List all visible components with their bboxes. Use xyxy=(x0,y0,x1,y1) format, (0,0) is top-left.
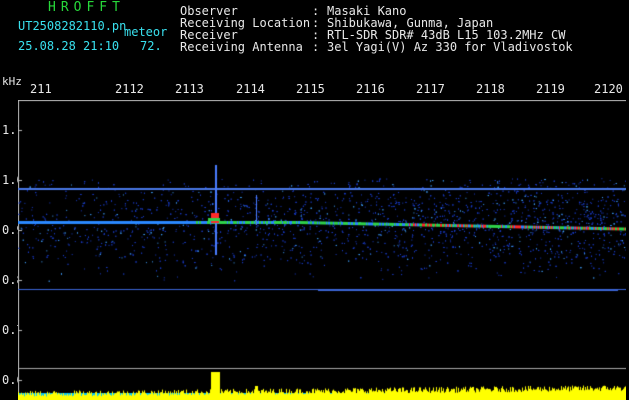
meteor-count: 72. xyxy=(140,39,162,53)
antenna-label: Receiving Antenna xyxy=(180,40,303,54)
x-tick: 211 xyxy=(30,82,52,96)
x-tick: 2119 xyxy=(536,82,565,96)
x-tick: 2113 xyxy=(175,82,204,96)
antenna-colon: : xyxy=(312,40,320,54)
x-tick: 2112 xyxy=(115,82,144,96)
file-name: UT2508282110.pn xyxy=(18,19,127,33)
spectrogram-plot xyxy=(18,100,626,400)
file-type: meteor xyxy=(124,25,168,39)
brand-title: HROFFT xyxy=(48,0,125,15)
x-tick: 2116 xyxy=(356,82,385,96)
spectrogram-canvas xyxy=(18,100,626,400)
x-tick: 2120 xyxy=(594,82,623,96)
x-tick: 2114 xyxy=(236,82,265,96)
antenna-value: 3el Yagi(V) Az 330 for Vladivostok xyxy=(327,40,573,54)
x-tick: 2118 xyxy=(476,82,505,96)
x-tick: 2117 xyxy=(416,82,445,96)
x-tick: 2115 xyxy=(296,82,325,96)
axis-unit: kHz xyxy=(2,75,22,88)
date-time: 25.08.28 21:10 xyxy=(18,39,120,53)
